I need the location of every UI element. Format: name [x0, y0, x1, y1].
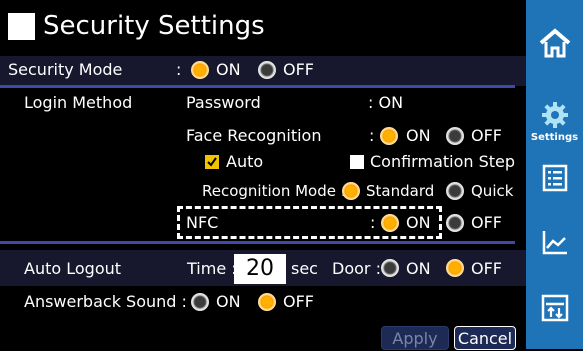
password-value: : ON [368, 93, 404, 112]
sidebar-item-settings-label: Settings [530, 132, 579, 143]
page-title: Security Settings [43, 11, 265, 41]
security-mode-off-radio[interactable] [258, 61, 276, 79]
transfer-icon [541, 294, 568, 322]
recognition-mode-label: Recognition Mode : [202, 182, 346, 200]
door-on-label: ON [406, 259, 431, 278]
nfc-on-radio[interactable] [381, 214, 399, 232]
confirmation-step-checkbox[interactable] [350, 155, 364, 169]
face-recognition-on-radio[interactable] [380, 127, 398, 145]
confirmation-step-label: Confirmation Step [370, 152, 516, 171]
chart-line-icon [542, 231, 567, 255]
checkmark-icon [207, 157, 217, 167]
password-label: Password [186, 93, 261, 112]
face-recognition-colon: : [369, 126, 375, 145]
nfc-off-label: OFF [471, 213, 502, 232]
door-off-radio[interactable] [446, 259, 464, 277]
recognition-mode-standard-radio[interactable] [342, 182, 360, 200]
home-icon [539, 28, 570, 58]
recognition-mode-quick-label: Quick [471, 182, 514, 200]
page-header: Security Settings [8, 8, 265, 44]
time-unit: sec [291, 259, 318, 278]
cancel-button[interactable]: Cancel [454, 326, 516, 350]
face-recognition-label: Face Recognition [186, 126, 322, 145]
sidebar-item-home[interactable] [526, 28, 583, 58]
security-mode-off-label: OFF [283, 60, 314, 79]
answerback-off-label: OFF [283, 292, 314, 311]
face-recognition-off-radio[interactable] [446, 127, 464, 145]
door-label: Door : [332, 259, 381, 278]
sidebar-item-list[interactable] [526, 164, 583, 192]
door-off-label: OFF [471, 259, 502, 278]
security-mode-colon: : [176, 60, 182, 79]
separator-bottom [0, 241, 515, 244]
face-recognition-off-label: OFF [471, 126, 502, 145]
nfc-colon: : [370, 213, 376, 232]
time-label: Time : [187, 259, 237, 278]
security-mode-on-radio[interactable] [191, 61, 209, 79]
nfc-label: NFC [186, 213, 219, 232]
auto-logout-label: Auto Logout [24, 259, 122, 278]
auto-label: Auto [226, 152, 264, 171]
sidebar: Settings [526, 0, 583, 349]
time-input[interactable]: 20 [234, 254, 286, 284]
answerback-on-radio[interactable] [191, 293, 209, 311]
sidebar-item-settings[interactable]: Settings [526, 100, 583, 143]
title-square-icon [8, 12, 35, 40]
gear-icon [541, 102, 568, 128]
door-on-radio[interactable] [381, 259, 399, 277]
face-recognition-on-label: ON [406, 126, 431, 145]
login-method-label: Login Method [24, 93, 133, 112]
security-mode-on-label: ON [216, 60, 241, 79]
security-mode-label: Security Mode [8, 60, 123, 79]
sidebar-item-transfer[interactable] [526, 294, 583, 322]
recognition-mode-standard-label: Standard [366, 182, 435, 200]
apply-button[interactable]: Apply [381, 326, 449, 350]
answerback-off-radio[interactable] [258, 293, 276, 311]
sidebar-item-chart[interactable] [526, 228, 583, 256]
answerback-sound-label: Answerback Sound : [24, 292, 187, 311]
main-panel: Security Settings Security Mode : ON OFF… [0, 0, 526, 350]
separator-top [0, 85, 515, 88]
answerback-on-label: ON [216, 292, 241, 311]
list-icon [542, 164, 567, 192]
recognition-mode-quick-radio[interactable] [446, 182, 464, 200]
auto-checkbox[interactable] [205, 155, 219, 169]
nfc-on-label: ON [406, 213, 431, 232]
nfc-off-radio[interactable] [446, 214, 464, 232]
